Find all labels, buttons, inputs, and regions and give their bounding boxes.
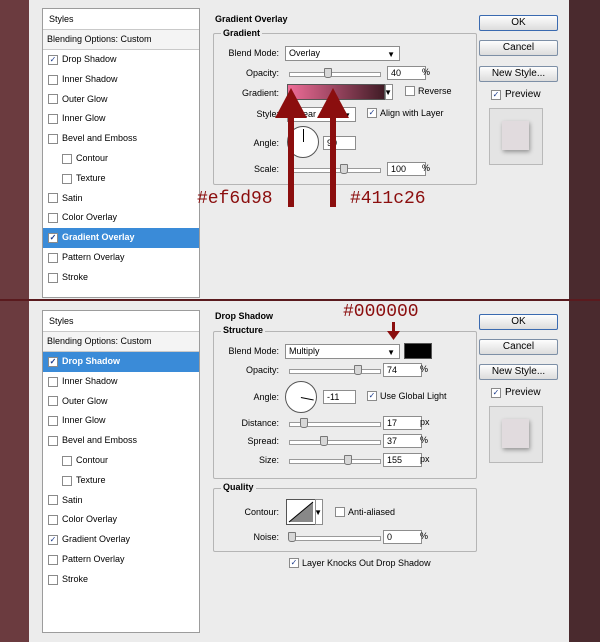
arrow-right-icon bbox=[317, 88, 349, 207]
annotation-color-start: #ef6d98 bbox=[197, 189, 273, 209]
annotation-arrows bbox=[275, 88, 400, 340]
annotation-shadow-color: #000000 bbox=[343, 302, 419, 322]
annotation-color-end: #411c26 bbox=[350, 189, 426, 209]
arrow-left-icon bbox=[275, 88, 307, 207]
arrow-down-icon bbox=[387, 322, 400, 340]
